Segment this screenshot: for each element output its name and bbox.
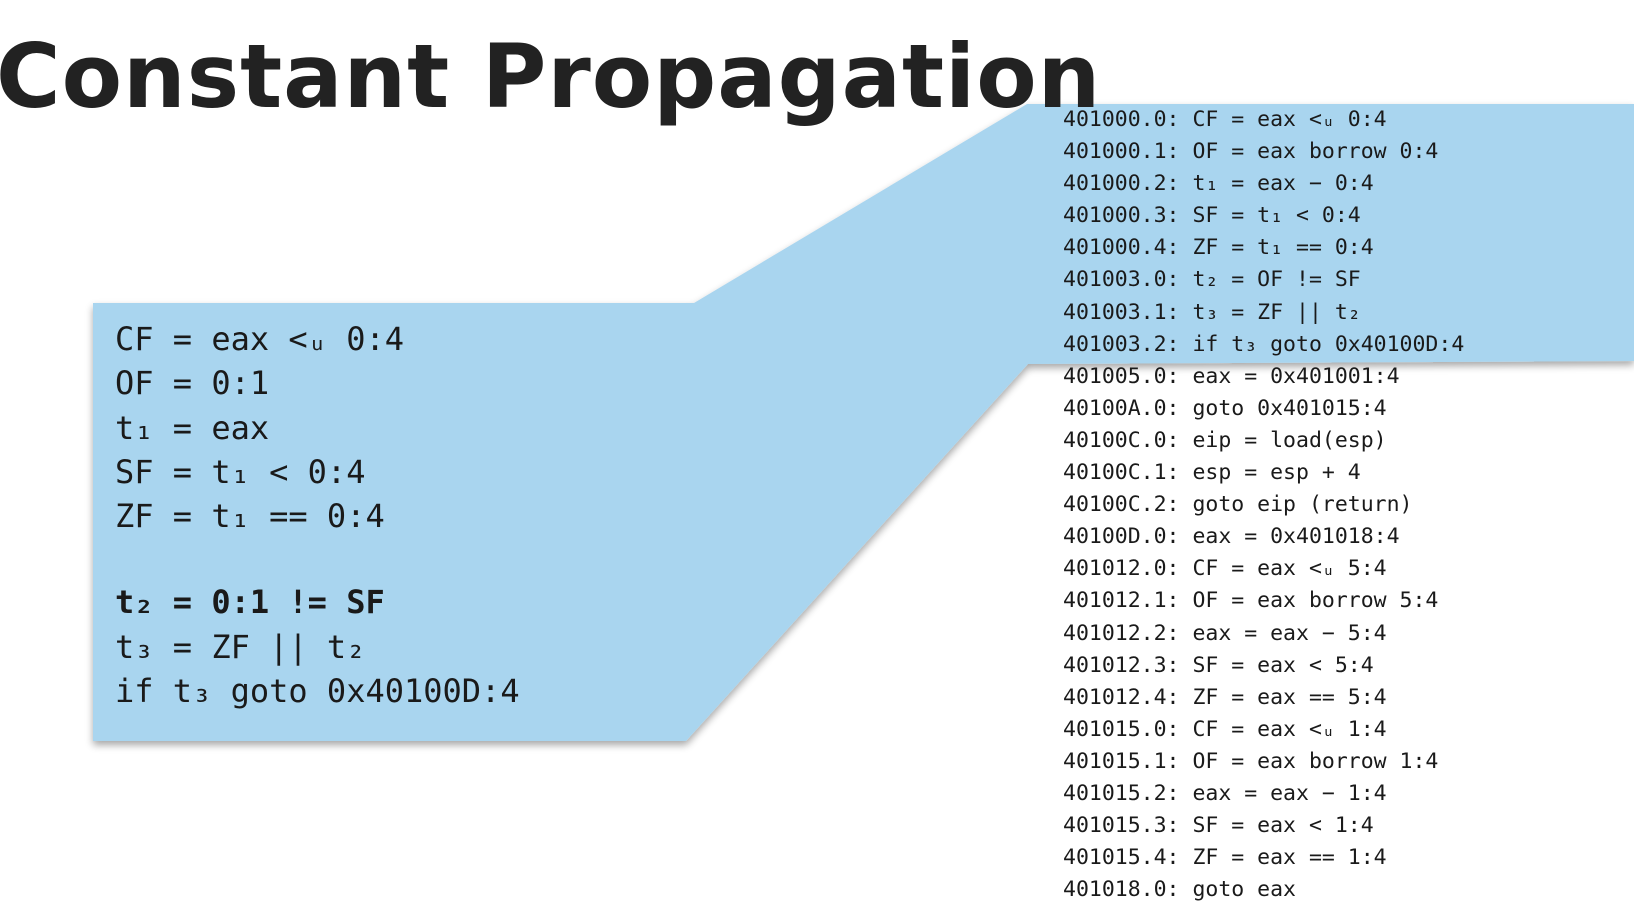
ir-code-line: 401012.4: ZF = eax == 5:4 [1063,684,1387,710]
zoomed-code-block: CF = eax <ᵤ 0:4 OF = 0:1 t₁ = eax SF = t₁ <… [115,317,520,713]
zoomed-code-line [115,538,520,580]
ir-code-line: 401015.3: SF = eax < 1:4 [1063,813,1374,839]
zoomed-code-line: if t₃ goto 0x40100D:4 [115,672,520,711]
ir-code-line: 401015.4: ZF = eax == 1:4 [1063,845,1387,871]
ir-code-line: 401000.0: CF = eax <ᵤ 0:4 [1063,107,1387,132]
ir-code-line: 401000.2: t₁ = eax − 0:4 [1063,171,1374,197]
ir-code-line: 401000.3: SF = t₁ < 0:4 [1063,203,1361,229]
zoomed-code-line: t₂ = 0:1 != SF [115,583,385,622]
ir-code-line: 401005.0: eax = 0x401001:4 [1063,363,1400,389]
ir-code-line: 401000.1: OF = eax borrow 0:4 [1063,139,1439,165]
ir-code-line: 40100A.0: goto 0x401015:4 [1063,395,1387,421]
ir-code-line: 40100C.2: goto eip (return) [1063,492,1413,518]
slide-title: Constant Propagation [0,25,1102,128]
zoomed-code-line: t₃ = ZF || t₂ [115,627,366,666]
ir-code-line: 401003.2: if t₃ goto 0x40100D:4 [1063,331,1465,357]
ir-code-line: 401018.0: goto eax [1063,877,1296,903]
ir-code-line: 401000.4: ZF = t₁ == 0:4 [1063,235,1374,261]
ir-code-line: 40100D.0: eax = 0x401018:4 [1063,524,1400,550]
ir-code-line: 40100C.0: eip = load(esp) [1063,427,1387,453]
ir-code-line: 401015.0: CF = eax <ᵤ 1:4 [1063,716,1387,742]
ir-code-line: 401012.3: SF = eax < 5:4 [1063,652,1374,678]
ir-code-line: 401012.1: OF = eax borrow 5:4 [1063,588,1439,614]
zoomed-code-line: SF = t₁ < 0:4 [115,452,366,491]
ir-code-line: 401015.2: eax = eax − 1:4 [1063,780,1387,806]
ir-code-line: 401012.0: CF = eax <ᵤ 5:4 [1063,556,1387,582]
ir-code-listing: 401000.0: CF = eax <ᵤ 0:4 401000.1: OF = … [1063,104,1464,906]
zoomed-code-line: t₁ = eax [115,408,270,447]
zoomed-code-line: OF = 0:1 [115,364,270,403]
ir-code-line: 40100C.1: esp = esp + 4 [1063,460,1361,486]
zoomed-code-line: ZF = t₁ == 0:4 [115,497,385,536]
ir-code-line: 401003.0: t₂ = OF != SF [1063,267,1361,293]
zoomed-code-line: CF = eax <ᵤ 0:4 [115,320,404,358]
ir-code-line: 401012.2: eax = eax − 5:4 [1063,620,1387,646]
ir-code-line: 401015.1: OF = eax borrow 1:4 [1063,748,1439,774]
ir-code-line: 401003.1: t₃ = ZF || t₂ [1063,299,1361,325]
